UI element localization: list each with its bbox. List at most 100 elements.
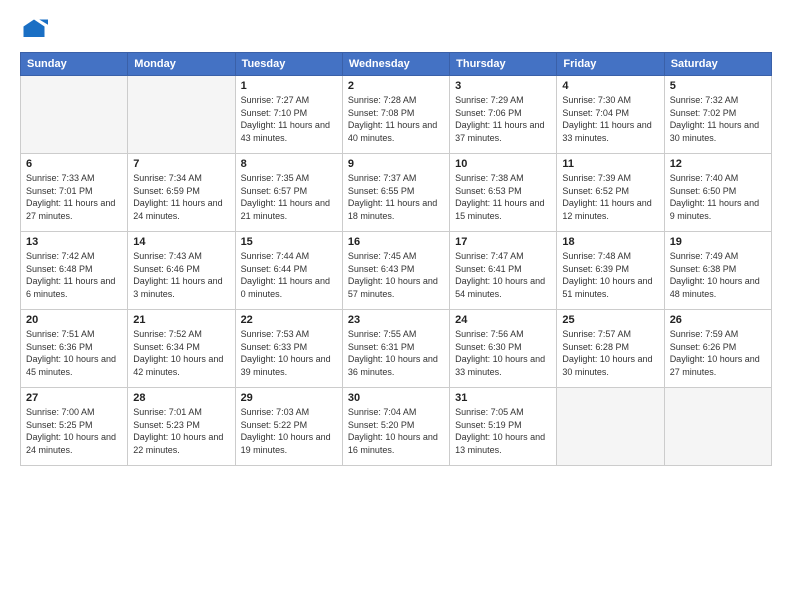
calendar-cell: 30 Sunrise: 7:04 AMSunset: 5:20 PMDayligh… — [342, 388, 449, 466]
day-info: Sunrise: 7:55 AMSunset: 6:31 PMDaylight:… — [348, 328, 444, 378]
calendar-cell: 12Sunrise: 7:40 AMSunset: 6:50 PMDayligh… — [664, 154, 771, 232]
day-number: 8 — [241, 158, 337, 170]
day-number: 28 — [133, 392, 229, 404]
calendar-cell: 24 Sunrise: 7:56 AMSunset: 6:30 PMDayligh… — [450, 310, 557, 388]
day-info: Sunrise: 7:53 AMSunset: 6:33 PMDaylight:… — [241, 328, 337, 378]
day-info: Sunrise: 7:57 AMSunset: 6:28 PMDaylight:… — [562, 328, 658, 378]
calendar-cell: 6Sunrise: 7:33 AMSunset: 7:01 PMDaylight… — [21, 154, 128, 232]
day-number: 19 — [670, 236, 766, 248]
calendar-cell — [557, 388, 664, 466]
calendar-cell: 17 Sunrise: 7:47 AMSunset: 6:41 PMDayligh… — [450, 232, 557, 310]
day-number: 17 — [455, 236, 551, 248]
calendar-cell: 11 Sunrise: 7:39 AMSunset: 6:52 PMDayligh… — [557, 154, 664, 232]
day-info: Sunrise: 7:44 AMSunset: 6:44 PMDaylight:… — [241, 250, 337, 300]
day-info: Sunrise: 7:32 AMSunset: 7:02 PMDaylight:… — [670, 94, 766, 144]
day-number: 13 — [26, 236, 122, 248]
weekday-header-tuesday: Tuesday — [235, 53, 342, 76]
day-info: Sunrise: 7:42 AMSunset: 6:48 PMDaylight:… — [26, 250, 122, 300]
weekday-header-thursday: Thursday — [450, 53, 557, 76]
calendar-cell: 23 Sunrise: 7:55 AMSunset: 6:31 PMDayligh… — [342, 310, 449, 388]
calendar-cell: 8 Sunrise: 7:35 AMSunset: 6:57 PMDaylight… — [235, 154, 342, 232]
calendar-cell: 1 Sunrise: 7:27 AMSunset: 7:10 PMDaylight… — [235, 76, 342, 154]
calendar-week-row: 13 Sunrise: 7:42 AMSunset: 6:48 PMDayligh… — [21, 232, 772, 310]
day-number: 11 — [562, 158, 658, 170]
day-info: Sunrise: 7:28 AMSunset: 7:08 PMDaylight:… — [348, 94, 444, 144]
calendar-week-row: 20 Sunrise: 7:51 AMSunset: 6:36 PMDayligh… — [21, 310, 772, 388]
day-number: 24 — [455, 314, 551, 326]
weekday-header-row: SundayMondayTuesdayWednesdayThursdayFrid… — [21, 53, 772, 76]
calendar-cell: 25 Sunrise: 7:57 AMSunset: 6:28 PMDayligh… — [557, 310, 664, 388]
weekday-header-sunday: Sunday — [21, 53, 128, 76]
day-info: Sunrise: 7:38 AMSunset: 6:53 PMDaylight:… — [455, 172, 551, 222]
day-info: Sunrise: 7:00 AMSunset: 5:25 PMDaylight:… — [26, 406, 122, 456]
calendar-cell: 20 Sunrise: 7:51 AMSunset: 6:36 PMDayligh… — [21, 310, 128, 388]
calendar-cell: 29Sunrise: 7:03 AMSunset: 5:22 PMDayligh… — [235, 388, 342, 466]
day-number: 7 — [133, 158, 229, 170]
calendar-page: SundayMondayTuesdayWednesdayThursdayFrid… — [0, 0, 792, 612]
calendar-cell: 3 Sunrise: 7:29 AMSunset: 7:06 PMDaylight… — [450, 76, 557, 154]
day-number: 9 — [348, 158, 444, 170]
day-info: Sunrise: 7:35 AMSunset: 6:57 PMDaylight:… — [241, 172, 337, 222]
calendar-table: SundayMondayTuesdayWednesdayThursdayFrid… — [20, 52, 772, 466]
calendar-cell: 14 Sunrise: 7:43 AMSunset: 6:46 PMDayligh… — [128, 232, 235, 310]
logo — [20, 16, 52, 44]
day-info: Sunrise: 7:39 AMSunset: 6:52 PMDaylight:… — [562, 172, 658, 222]
calendar-cell: 10 Sunrise: 7:38 AMSunset: 6:53 PMDayligh… — [450, 154, 557, 232]
calendar-cell: 31Sunrise: 7:05 AMSunset: 5:19 PMDayligh… — [450, 388, 557, 466]
day-info: Sunrise: 7:43 AMSunset: 6:46 PMDaylight:… — [133, 250, 229, 300]
day-info: Sunrise: 7:27 AMSunset: 7:10 PMDaylight:… — [241, 94, 337, 144]
day-number: 2 — [348, 80, 444, 92]
calendar-cell: 21 Sunrise: 7:52 AMSunset: 6:34 PMDayligh… — [128, 310, 235, 388]
day-info: Sunrise: 7:04 AMSunset: 5:20 PMDaylight:… — [348, 406, 444, 456]
day-number: 4 — [562, 80, 658, 92]
day-info: Sunrise: 7:51 AMSunset: 6:36 PMDaylight:… — [26, 328, 122, 378]
day-number: 5 — [670, 80, 766, 92]
calendar-cell: 2 Sunrise: 7:28 AMSunset: 7:08 PMDaylight… — [342, 76, 449, 154]
calendar-cell: 28Sunrise: 7:01 AMSunset: 5:23 PMDayligh… — [128, 388, 235, 466]
day-number: 27 — [26, 392, 122, 404]
day-number: 16 — [348, 236, 444, 248]
day-info: Sunrise: 7:29 AMSunset: 7:06 PMDaylight:… — [455, 94, 551, 144]
day-number: 31 — [455, 392, 551, 404]
calendar-cell — [21, 76, 128, 154]
day-number: 10 — [455, 158, 551, 170]
logo-icon — [20, 16, 48, 44]
day-number: 30 — [348, 392, 444, 404]
calendar-cell: 26 Sunrise: 7:59 AMSunset: 6:26 PMDayligh… — [664, 310, 771, 388]
day-info: Sunrise: 7:48 AMSunset: 6:39 PMDaylight:… — [562, 250, 658, 300]
day-number: 26 — [670, 314, 766, 326]
calendar-cell: 5 Sunrise: 7:32 AMSunset: 7:02 PMDaylight… — [664, 76, 771, 154]
calendar-cell: 27 Sunrise: 7:00 AMSunset: 5:25 PMDayligh… — [21, 388, 128, 466]
day-info: Sunrise: 7:56 AMSunset: 6:30 PMDaylight:… — [455, 328, 551, 378]
day-number: 3 — [455, 80, 551, 92]
calendar-cell: 9Sunrise: 7:37 AMSunset: 6:55 PMDaylight… — [342, 154, 449, 232]
day-number: 21 — [133, 314, 229, 326]
calendar-cell: 22 Sunrise: 7:53 AMSunset: 6:33 PMDayligh… — [235, 310, 342, 388]
calendar-cell — [664, 388, 771, 466]
weekday-header-friday: Friday — [557, 53, 664, 76]
calendar-cell: 7 Sunrise: 7:34 AMSunset: 6:59 PMDaylight… — [128, 154, 235, 232]
day-number: 20 — [26, 314, 122, 326]
day-info: Sunrise: 7:59 AMSunset: 6:26 PMDaylight:… — [670, 328, 766, 378]
weekday-header-monday: Monday — [128, 53, 235, 76]
day-number: 18 — [562, 236, 658, 248]
day-number: 1 — [241, 80, 337, 92]
weekday-header-saturday: Saturday — [664, 53, 771, 76]
day-number: 6 — [26, 158, 122, 170]
calendar-cell: 13 Sunrise: 7:42 AMSunset: 6:48 PMDayligh… — [21, 232, 128, 310]
header — [20, 16, 772, 44]
day-info: Sunrise: 7:34 AMSunset: 6:59 PMDaylight:… — [133, 172, 229, 222]
calendar-cell: 4Sunrise: 7:30 AMSunset: 7:04 PMDaylight… — [557, 76, 664, 154]
day-number: 25 — [562, 314, 658, 326]
day-number: 15 — [241, 236, 337, 248]
day-info: Sunrise: 7:47 AMSunset: 6:41 PMDaylight:… — [455, 250, 551, 300]
day-number: 22 — [241, 314, 337, 326]
calendar-cell: 15 Sunrise: 7:44 AMSunset: 6:44 PMDayligh… — [235, 232, 342, 310]
day-number: 14 — [133, 236, 229, 248]
day-info: Sunrise: 7:49 AMSunset: 6:38 PMDaylight:… — [670, 250, 766, 300]
day-info: Sunrise: 7:52 AMSunset: 6:34 PMDaylight:… — [133, 328, 229, 378]
weekday-header-wednesday: Wednesday — [342, 53, 449, 76]
day-number: 23 — [348, 314, 444, 326]
day-info: Sunrise: 7:45 AMSunset: 6:43 PMDaylight:… — [348, 250, 444, 300]
calendar-week-row: 6Sunrise: 7:33 AMSunset: 7:01 PMDaylight… — [21, 154, 772, 232]
